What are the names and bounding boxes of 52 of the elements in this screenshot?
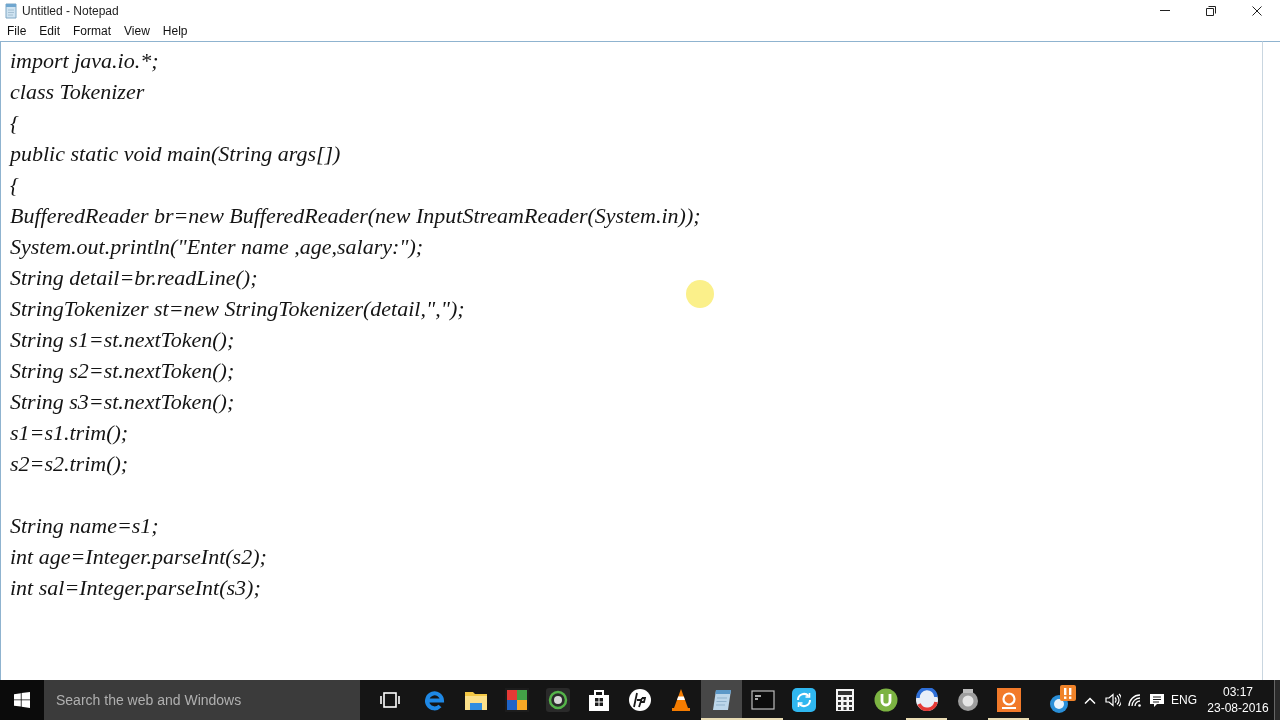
gadget-app-icon bbox=[955, 688, 980, 712]
camera-lens-icon bbox=[545, 688, 570, 712]
code-line: String s1=st.nextToken(); bbox=[10, 326, 235, 354]
code-line: System.out.println("Enter name ,age,salary:"); bbox=[10, 233, 424, 261]
volume-icon bbox=[1105, 693, 1121, 707]
alert-app-icon bbox=[1048, 685, 1076, 715]
code-line: StringTokenizer st=new StringTokenizer(detail,","); bbox=[10, 295, 465, 323]
notepad-icon bbox=[4, 2, 18, 19]
windows-logo-icon bbox=[14, 692, 30, 708]
taskbar-app-button[interactable] bbox=[701, 680, 742, 720]
code-line: BufferedReader br=new BufferedReader(new InputStreamReader(System.in)); bbox=[10, 202, 701, 230]
shopping-bag-icon bbox=[586, 688, 611, 712]
menu-item[interactable]: Help bbox=[156, 22, 195, 40]
window-title: Untitled - Notepad bbox=[22, 3, 119, 18]
code-line: public static void main(String args[]) bbox=[10, 140, 341, 168]
language-indicator[interactable]: ENG bbox=[1168, 680, 1200, 720]
code-line: int sal=Integer.parseInt(s3); bbox=[10, 574, 261, 602]
code-line: { bbox=[10, 171, 19, 199]
pointer-highlight-icon bbox=[686, 280, 714, 308]
search-field[interactable]: Search the web and Windows bbox=[44, 680, 360, 720]
u-logo-icon bbox=[873, 688, 898, 712]
terminal-icon bbox=[750, 688, 775, 712]
chevron-up-icon bbox=[1084, 696, 1096, 704]
record-app-icon bbox=[996, 688, 1021, 712]
start-button[interactable] bbox=[0, 680, 44, 720]
menu-item[interactable]: View bbox=[118, 22, 157, 40]
task-view-icon bbox=[380, 692, 400, 708]
show-desktop-button[interactable] bbox=[1274, 680, 1280, 720]
code-line: String detail=br.readLine(); bbox=[10, 264, 258, 292]
wifi-icon bbox=[1127, 693, 1143, 707]
restore-icon bbox=[1206, 5, 1216, 16]
menu-item[interactable]: Format bbox=[67, 22, 119, 40]
message-icon bbox=[1149, 692, 1165, 708]
sync-app-icon bbox=[791, 688, 816, 712]
menu-item[interactable]: Edit bbox=[33, 22, 68, 40]
code-line: String s2=st.nextToken(); bbox=[10, 357, 235, 385]
code-line: String name=s1; bbox=[10, 512, 159, 540]
clock-button[interactable]: 03:17 23-08-2016 bbox=[1206, 680, 1270, 720]
code-line: int age=Integer.parseInt(s2); bbox=[10, 543, 267, 571]
web-browser-icon bbox=[422, 688, 447, 712]
minimize-icon bbox=[1160, 10, 1170, 11]
code-line: import java.io.*; bbox=[10, 47, 159, 75]
code-line: class Tokenizer bbox=[10, 78, 145, 106]
swirl-logo-icon bbox=[914, 688, 939, 712]
mosaic-app-icon bbox=[504, 688, 529, 712]
code-line: { bbox=[10, 109, 19, 137]
menu-item[interactable]: File bbox=[1, 22, 34, 40]
round-logo-icon bbox=[627, 688, 652, 712]
close-icon bbox=[1252, 5, 1262, 16]
code-line: String s3=st.nextToken(); bbox=[10, 388, 235, 416]
code-line: s2=s2.trim(); bbox=[10, 450, 129, 478]
code-line: s1=s1.trim(); bbox=[10, 419, 129, 447]
